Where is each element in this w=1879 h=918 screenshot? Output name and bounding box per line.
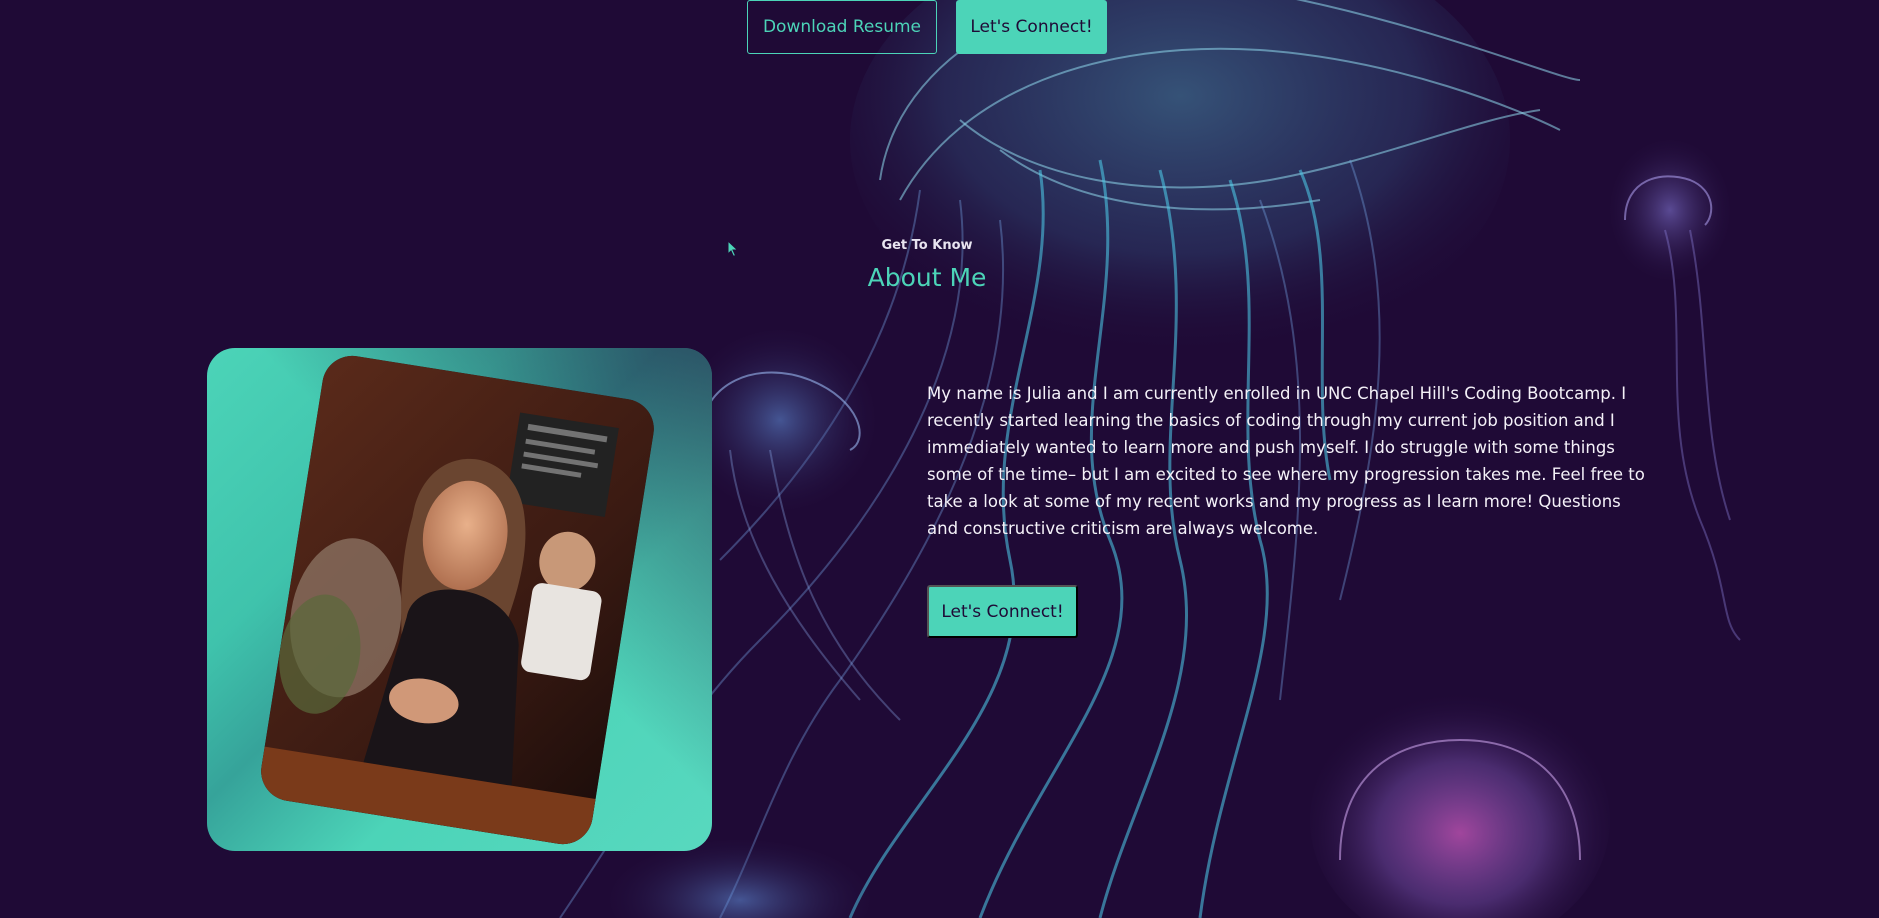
section-title: About Me — [867, 263, 987, 292]
profile-photo — [256, 351, 659, 849]
page: Download Resume Let's Connect! Get To Kn… — [0, 0, 1879, 918]
profile-photo-image — [256, 351, 659, 849]
lets-connect-button[interactable]: Let's Connect! — [927, 585, 1078, 638]
section-subtitle: Get To Know — [881, 238, 973, 253]
about-bio-text: My name is Julia and I am currently enro… — [927, 384, 1645, 538]
mouse-pointer-icon — [727, 240, 739, 258]
lets-connect-top-button[interactable]: Let's Connect! — [956, 0, 1107, 54]
download-resume-button[interactable]: Download Resume — [747, 0, 937, 54]
